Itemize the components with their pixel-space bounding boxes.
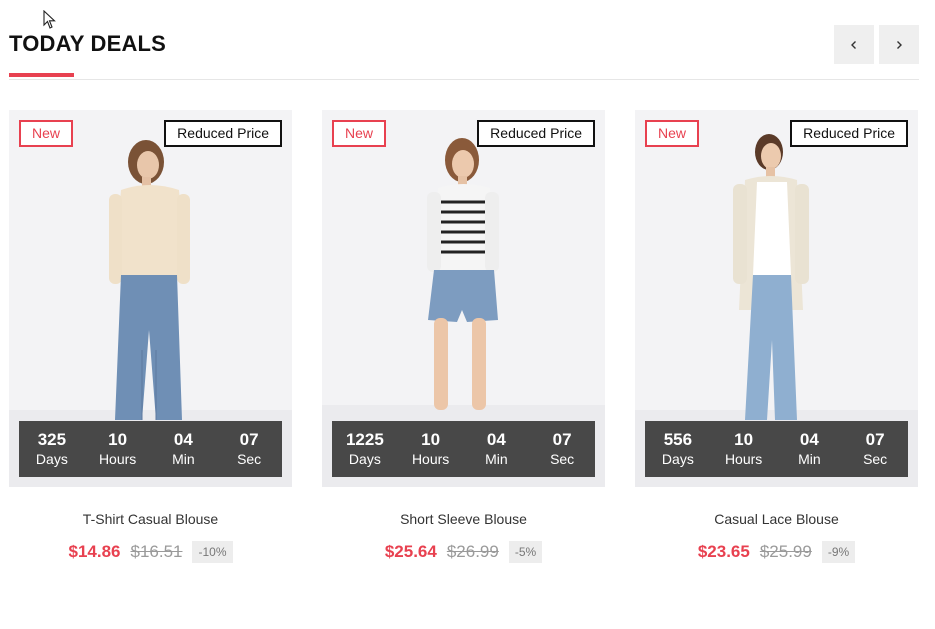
countdown-value: 325 <box>37 430 67 449</box>
countdown-timer: 556 Days 10 Hours 04 Min 07 Sec <box>645 421 908 477</box>
section-header: TODAY DEALS <box>9 0 919 80</box>
product-image[interactable]: New Reduced Price 556 Days 10 Hours 04 M… <box>635 110 918 487</box>
countdown-label: Days <box>661 451 694 467</box>
countdown-value: 10 <box>421 430 441 449</box>
countdown-label: Days <box>35 451 68 467</box>
countdown-minutes: 04 Min <box>777 421 843 477</box>
countdown-label: Hours <box>98 451 137 467</box>
badge-reduced-price: Reduced Price <box>477 120 595 147</box>
price-row: $14.86 $16.51 -10% <box>9 541 292 563</box>
old-price: $16.51 <box>130 542 183 561</box>
countdown-hours: 10 Hours <box>711 421 777 477</box>
badge-reduced-price: Reduced Price <box>164 120 282 147</box>
current-price: $23.65 <box>697 542 750 561</box>
carousel-prev-button[interactable] <box>834 25 874 64</box>
countdown-label: Sec <box>863 451 888 467</box>
section-title: TODAY DEALS <box>9 31 167 56</box>
carousel-next-button[interactable] <box>879 25 919 64</box>
countdown-value: 07 <box>552 430 572 449</box>
badge-new: New <box>19 120 74 147</box>
countdown-timer: 1225 Days 10 Hours 04 Min 07 Sec <box>332 421 595 477</box>
countdown-minutes: 04 Min <box>464 421 530 477</box>
product-name-link[interactable]: Casual Lace Blouse <box>635 511 918 527</box>
product-image[interactable]: New Reduced Price 325 Days 10 Hours 04 M… <box>9 110 292 487</box>
countdown-label: Days <box>348 451 381 467</box>
product-card[interactable]: New Reduced Price 556 Days 10 Hours 04 M… <box>635 110 918 563</box>
countdown-days: 325 Days <box>19 421 85 477</box>
title-accent-underline <box>9 73 74 77</box>
countdown-label: Hours <box>411 451 450 467</box>
header-divider <box>9 79 919 80</box>
countdown-value: 07 <box>239 430 259 449</box>
countdown-seconds: 07 Sec <box>842 421 908 477</box>
discount-badge: -10% <box>192 541 233 563</box>
countdown-label: Min <box>172 451 195 467</box>
badge-new: New <box>332 120 387 147</box>
price-row: $25.64 $26.99 -5% <box>322 541 605 563</box>
countdown-value: 07 <box>865 430 885 449</box>
countdown-hours: 10 Hours <box>398 421 464 477</box>
countdown-label: Sec <box>237 451 262 467</box>
old-price: $26.99 <box>446 542 499 561</box>
countdown-value: 04 <box>173 430 193 449</box>
product-card[interactable]: New Reduced Price 325 Days 10 Hours 04 M… <box>9 110 292 563</box>
countdown-timer: 325 Days 10 Hours 04 Min 07 Sec <box>19 421 282 477</box>
badge-new: New <box>645 120 700 147</box>
product-name-link[interactable]: T-Shirt Casual Blouse <box>9 511 292 527</box>
countdown-seconds: 07 Sec <box>216 421 282 477</box>
product-name-link[interactable]: Short Sleeve Blouse <box>322 511 605 527</box>
countdown-value: 04 <box>486 430 506 449</box>
countdown-label: Hours <box>724 451 763 467</box>
countdown-hours: 10 Hours <box>85 421 151 477</box>
countdown-label: Sec <box>550 451 575 467</box>
countdown-value: 556 <box>663 430 693 449</box>
current-price: $14.86 <box>68 542 121 561</box>
countdown-minutes: 04 Min <box>151 421 217 477</box>
countdown-value: 1225 <box>345 430 384 449</box>
countdown-value: 04 <box>799 430 819 449</box>
product-card[interactable]: New Reduced Price 1225 Days 10 Hours 04 … <box>322 110 605 563</box>
chevron-left-icon <box>851 40 856 49</box>
deals-grid: New Reduced Price 325 Days 10 Hours 04 M… <box>9 110 919 580</box>
old-price: $25.99 <box>759 542 812 561</box>
countdown-days: 556 Days <box>645 421 711 477</box>
discount-badge: -5% <box>508 541 543 563</box>
countdown-seconds: 07 Sec <box>529 421 595 477</box>
countdown-label: Min <box>798 451 821 467</box>
price-row: $23.65 $25.99 -9% <box>635 541 918 563</box>
countdown-value: 10 <box>734 430 754 449</box>
product-image[interactable]: New Reduced Price 1225 Days 10 Hours 04 … <box>322 110 605 487</box>
badge-reduced-price: Reduced Price <box>790 120 908 147</box>
countdown-value: 10 <box>108 430 128 449</box>
discount-badge: -9% <box>821 541 856 563</box>
current-price: $25.64 <box>384 542 437 561</box>
countdown-label: Min <box>485 451 508 467</box>
chevron-right-icon <box>897 40 902 49</box>
countdown-days: 1225 Days <box>332 421 398 477</box>
